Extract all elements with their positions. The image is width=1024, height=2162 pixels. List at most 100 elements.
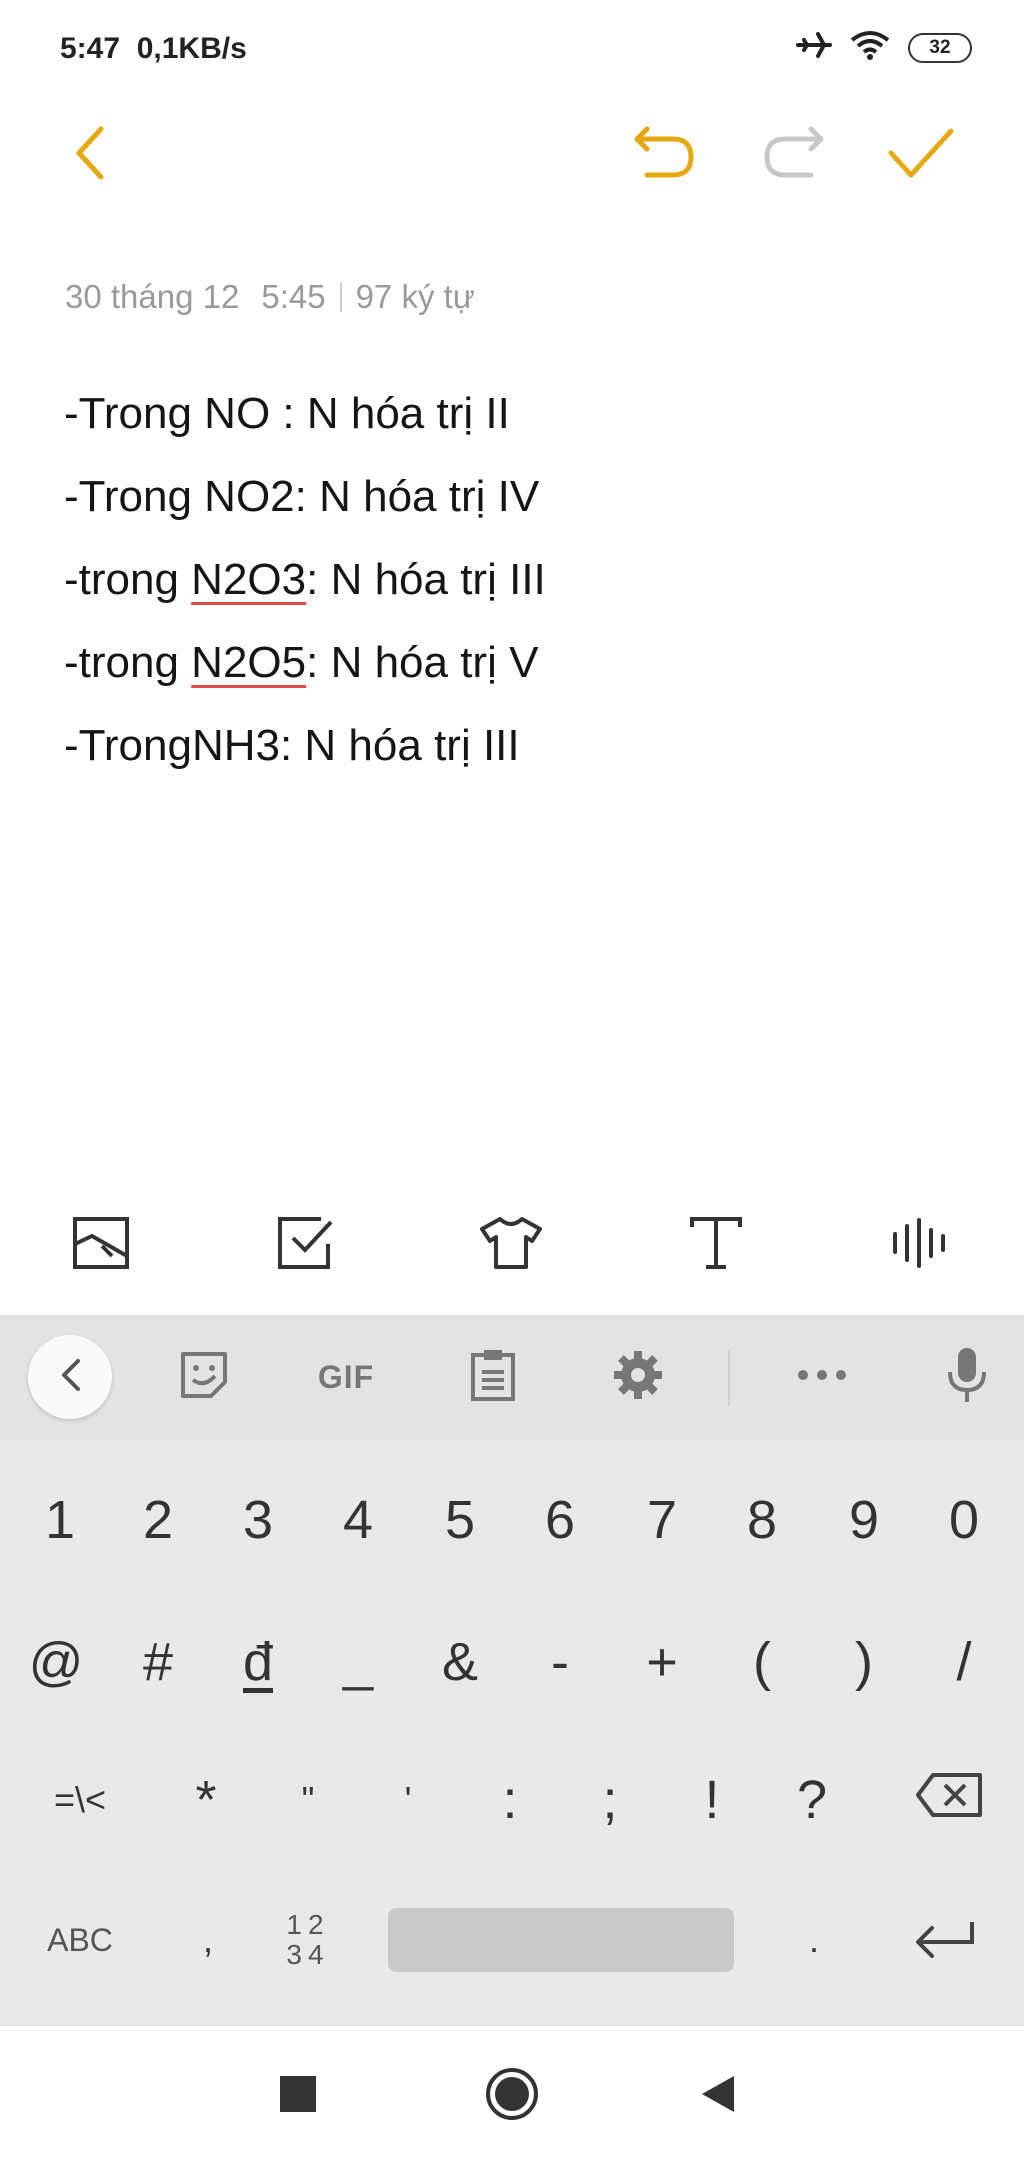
settings-icon <box>612 1349 664 1406</box>
redo-icon <box>761 125 825 186</box>
key-double-quote[interactable]: " <box>258 1735 358 1865</box>
note-time: 5:45 <box>261 278 326 315</box>
key-colon[interactable]: : <box>460 1735 560 1865</box>
key-ampersand[interactable]: & <box>410 1597 510 1727</box>
check-icon <box>887 125 955 186</box>
key-period[interactable]: . <box>764 1875 864 2005</box>
checklist-button[interactable] <box>256 1200 356 1290</box>
gif-button[interactable]: GIF <box>302 1337 390 1417</box>
key-0[interactable]: 0 <box>914 1455 1014 1585</box>
note-line[interactable]: -TrongNH3: N hóa trị III <box>64 704 964 787</box>
sticker-button[interactable] <box>160 1337 248 1417</box>
note-date: 30 tháng 12 <box>65 278 240 315</box>
back-icon <box>71 125 111 186</box>
theme-button[interactable] <box>461 1200 561 1290</box>
audio-button[interactable] <box>871 1200 971 1290</box>
key-question[interactable]: ? <box>762 1735 862 1865</box>
back-nav-icon <box>700 2074 736 2119</box>
key-plus[interactable]: + <box>612 1597 712 1727</box>
checklist-icon <box>277 1216 335 1275</box>
home-button[interactable] <box>472 2056 552 2136</box>
note-editor[interactable]: -Trong NO : N hóa trị II -Trong NO2: N h… <box>64 372 964 787</box>
key-asterisk[interactable]: * <box>156 1735 256 1865</box>
key-8[interactable]: 8 <box>712 1455 812 1585</box>
key-open-paren[interactable]: ( <box>712 1597 812 1727</box>
key-at[interactable]: @ <box>6 1597 106 1727</box>
key-7[interactable]: 7 <box>612 1455 712 1585</box>
voice-input-button[interactable] <box>923 1337 1011 1417</box>
insert-image-button[interactable] <box>51 1200 151 1290</box>
toolbar-divider <box>728 1350 730 1406</box>
back-button[interactable] <box>46 110 136 200</box>
recents-button[interactable] <box>258 2056 338 2136</box>
clipboard-button[interactable] <box>449 1337 537 1417</box>
image-icon <box>72 1216 130 1275</box>
keyboard-row-symbols-2: =\< * " ' : ; ! ? <box>0 1735 1024 1865</box>
save-check-button[interactable] <box>876 110 966 200</box>
key-hash[interactable]: # <box>108 1597 208 1727</box>
note-line[interactable]: -trong N2O5: N hóa trị V <box>64 621 964 704</box>
note-line[interactable]: -Trong NO2: N hóa trị IV <box>64 455 964 538</box>
home-icon <box>485 2067 539 2126</box>
undo-button[interactable] <box>620 110 710 200</box>
key-5[interactable]: 5 <box>410 1455 510 1585</box>
redo-button[interactable] <box>748 110 838 200</box>
meta-divider <box>339 282 342 312</box>
mic-icon <box>947 1346 987 1409</box>
key-single-quote[interactable]: ' <box>358 1735 458 1865</box>
backspace-key[interactable] <box>894 1735 1004 1865</box>
keyboard-collapse-button[interactable] <box>28 1335 112 1419</box>
key-3[interactable]: 3 <box>208 1455 308 1585</box>
gif-label: GIF <box>317 1358 375 1395</box>
note-line[interactable]: -Trong NO : N hóa trị II <box>64 372 964 455</box>
keyboard-row-symbols-1: @ # đ _ & - + ( ) / <box>0 1597 1024 1727</box>
key-close-paren[interactable]: ) <box>814 1597 914 1727</box>
key-6[interactable]: 6 <box>510 1455 610 1585</box>
back-nav-button[interactable] <box>678 2056 758 2136</box>
collapse-icon <box>58 1357 82 1398</box>
enter-key[interactable] <box>890 1875 1000 2005</box>
key-underscore[interactable]: _ <box>308 1597 408 1727</box>
key-4[interactable]: 4 <box>308 1455 408 1585</box>
sticker-icon <box>179 1350 229 1405</box>
note-line[interactable]: -trong N2O3: N hóa trị III <box>64 538 964 621</box>
key-9[interactable]: 9 <box>814 1455 914 1585</box>
text-format-icon <box>688 1215 744 1276</box>
key-1[interactable]: 1 <box>10 1455 110 1585</box>
key-exclamation[interactable]: ! <box>662 1735 762 1865</box>
keyboard-row-digits: 1 2 3 4 5 6 7 8 9 0 <box>0 1455 1024 1585</box>
status-bar: 5:47 0,1KB/s 32 <box>0 0 1024 100</box>
key-minus[interactable]: - <box>510 1597 610 1727</box>
more-button[interactable] <box>778 1337 866 1417</box>
audio-icon <box>891 1217 951 1273</box>
battery-level: 32 <box>929 36 951 58</box>
key-2[interactable]: 2 <box>108 1455 208 1585</box>
airplane-icon <box>796 30 832 65</box>
format-toolbar <box>0 1200 1024 1290</box>
misspelled-word[interactable]: N2O3 <box>191 555 306 604</box>
theme-icon <box>478 1215 544 1276</box>
note-meta: 30 tháng 12 5:45 97 ký tự <box>65 278 475 316</box>
key-d-stroke[interactable]: đ <box>208 1597 308 1727</box>
space-key[interactable] <box>388 1908 734 1972</box>
numpad-toggle-key[interactable]: 12 34 <box>258 1875 358 2005</box>
char-count: 97 ký tự <box>355 278 475 315</box>
more-icon <box>797 1368 847 1386</box>
keyboard-row-bottom: ABC , 12 34 . <box>0 1875 1024 2005</box>
note-toolbar <box>0 110 1024 200</box>
key-slash[interactable]: / <box>914 1597 1014 1727</box>
system-nav-bar <box>0 2025 1024 2162</box>
text-format-button[interactable] <box>666 1200 766 1290</box>
keyboard: GIF 1 2 3 4 5 6 7 8 9 0 @ # đ _ & - + (… <box>0 1315 1024 2025</box>
settings-button[interactable] <box>594 1337 682 1417</box>
abc-key[interactable]: ABC <box>20 1875 140 2005</box>
key-semicolon[interactable]: ; <box>560 1735 660 1865</box>
misspelled-word[interactable]: N2O5 <box>191 638 306 687</box>
key-more-symbols[interactable]: =\< <box>20 1735 140 1865</box>
status-time: 5:47 0,1KB/s <box>60 32 247 66</box>
clipboard-icon <box>470 1348 516 1407</box>
numpad-label: 12 34 <box>286 1909 330 1970</box>
key-comma[interactable]: , <box>158 1875 258 2005</box>
wifi-icon <box>850 30 890 65</box>
undo-icon <box>633 125 697 186</box>
